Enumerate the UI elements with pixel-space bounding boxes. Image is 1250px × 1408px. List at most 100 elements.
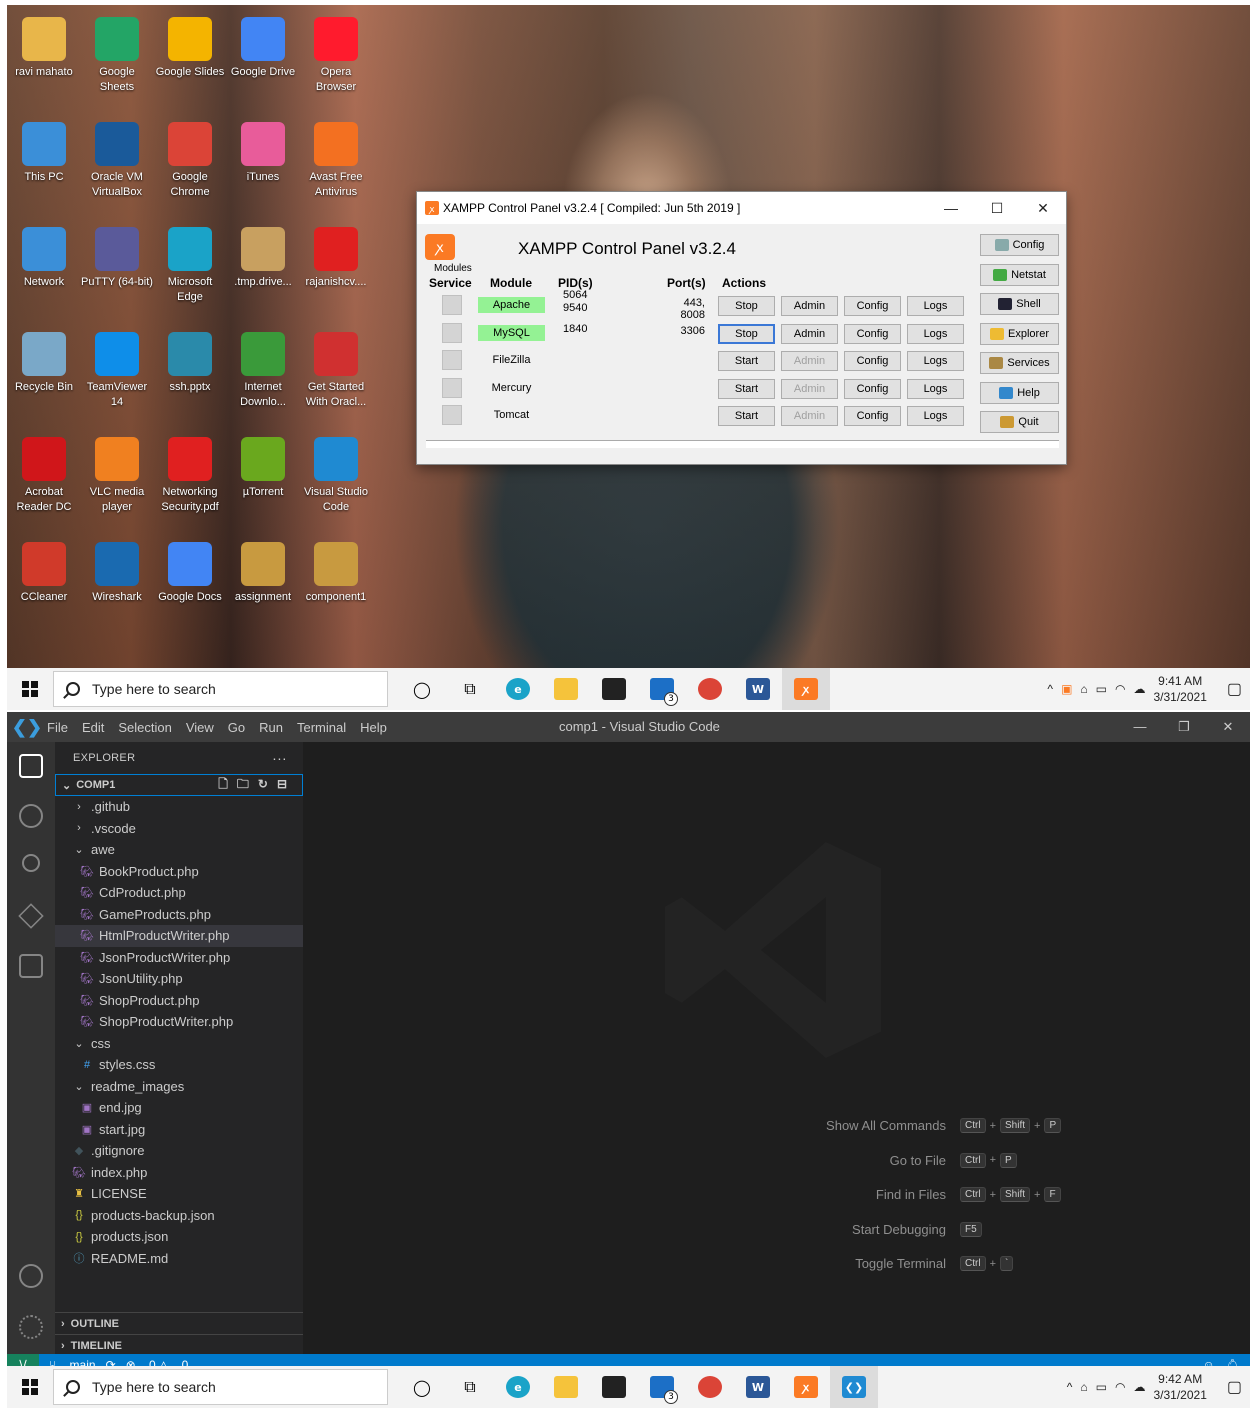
taskbar-clock[interactable]: 9:42 AM 3/31/2021 xyxy=(1153,1371,1206,1403)
service-checkbox[interactable] xyxy=(442,295,462,315)
side-button[interactable]: Explorer xyxy=(980,322,1059,345)
desktop-icon[interactable]: Opera Browser xyxy=(300,17,372,95)
start-button[interactable] xyxy=(7,1366,53,1408)
desktop-icon[interactable]: µTorrent xyxy=(227,437,299,500)
desktop-icon[interactable]: Google Chrome xyxy=(154,122,226,200)
desktop-icon[interactable]: Internet Downlo... xyxy=(227,332,299,410)
tree-file[interactable]: ♜ LICENSE xyxy=(55,1183,303,1205)
start-button[interactable] xyxy=(7,668,53,710)
tree-file[interactable]: 🐘︎ JsonProductWriter.php xyxy=(55,947,303,969)
side-button[interactable]: Netstat xyxy=(980,263,1059,286)
tree-file[interactable]: 🐘︎ ShopProductWriter.php xyxy=(55,1011,303,1033)
menu-item[interactable]: Go xyxy=(228,720,245,735)
desktop-icon[interactable]: Get Started With Oracl... xyxy=(300,332,372,410)
desktop-icon[interactable]: Networking Security.pdf xyxy=(154,437,226,515)
desktop-icon[interactable]: Microsoft Edge xyxy=(154,227,226,305)
taskbar-clock[interactable]: 9:41 AM 3/31/2021 xyxy=(1153,673,1206,705)
desktop-icon[interactable]: Oracle VM VirtualBox xyxy=(81,122,153,200)
module-admin-button[interactable]: Admin xyxy=(781,296,838,316)
desktop-icon[interactable]: assignment xyxy=(227,542,299,605)
notification-icon[interactable]: ▢ xyxy=(1227,1377,1242,1397)
service-checkbox[interactable] xyxy=(442,323,462,343)
new-folder-icon[interactable]: 🗀 xyxy=(237,777,258,791)
tree-file[interactable]: 🐘︎ index.php xyxy=(55,1162,303,1184)
module-config-button[interactable]: Config xyxy=(844,379,901,399)
explorer-more-icon[interactable]: ··· xyxy=(272,750,287,766)
xampp-titlebar[interactable]: ꭗ XAMPP Control Panel v3.2.4 [ Compiled:… xyxy=(417,192,1066,224)
new-file-icon[interactable]: 🗋 xyxy=(218,777,237,791)
tray-battery-icon[interactable]: ▭ xyxy=(1096,1380,1107,1394)
tree-file[interactable]: ⓘ README.md xyxy=(55,1248,303,1270)
file-explorer-icon[interactable] xyxy=(542,1366,590,1408)
timeline-section[interactable]: › TIMELINE xyxy=(55,1334,303,1356)
menu-item[interactable]: Help xyxy=(360,720,387,735)
mail-icon[interactable]: 3 xyxy=(638,1366,686,1408)
minimize-icon[interactable]: — xyxy=(1118,719,1162,735)
tray-xampp-icon[interactable]: ▣ xyxy=(1061,682,1072,696)
desktop-icon[interactable]: ssh.pptx xyxy=(154,332,226,395)
desktop-icon[interactable]: Visual Studio Code xyxy=(300,437,372,515)
service-checkbox[interactable] xyxy=(442,405,462,425)
xampp-taskbar-icon[interactable]: ꭗ xyxy=(782,1366,830,1408)
cortana-icon[interactable]: ◯ xyxy=(398,1366,446,1408)
taskbar-search[interactable]: Type here to search xyxy=(53,671,388,707)
tray-battery-icon[interactable]: ▭ xyxy=(1096,682,1107,696)
desktop-icon[interactable]: PuTTY (64-bit) xyxy=(81,227,153,290)
menu-item[interactable]: Terminal xyxy=(297,720,346,735)
desktop-icon[interactable]: TeamViewer 14 xyxy=(81,332,153,410)
tree-file[interactable]: ◆ .gitignore xyxy=(55,1140,303,1162)
service-checkbox[interactable] xyxy=(442,378,462,398)
desktop-icon[interactable]: iTunes xyxy=(227,122,299,185)
menu-item[interactable]: Run xyxy=(259,720,283,735)
tree-file[interactable]: 🐘︎ GameProducts.php xyxy=(55,904,303,926)
xampp-log-area[interactable] xyxy=(426,440,1059,448)
module-config-button[interactable]: Config xyxy=(844,351,901,371)
chrome-taskbar-icon[interactable] xyxy=(686,668,734,710)
module-logs-button[interactable]: Logs xyxy=(907,324,964,344)
desktop-icon[interactable]: component1 xyxy=(300,542,372,605)
tree-folder[interactable]: ⌄ awe xyxy=(55,839,303,861)
module-admin-button[interactable]: Admin xyxy=(781,406,838,426)
desktop-icon[interactable]: Google Slides xyxy=(154,17,226,80)
settings-gear-icon[interactable] xyxy=(19,1315,43,1339)
cortana-icon[interactable]: ◯ xyxy=(398,668,446,710)
tree-file[interactable]: 🐘︎ CdProduct.php xyxy=(55,882,303,904)
restore-icon[interactable]: ❐ xyxy=(1162,719,1206,735)
notification-icon[interactable]: ▢ xyxy=(1227,679,1242,699)
module-action-button[interactable]: Start xyxy=(718,406,775,426)
desktop-icon[interactable]: Recycle Bin xyxy=(8,332,80,395)
module-admin-button[interactable]: Admin xyxy=(781,379,838,399)
module-logs-button[interactable]: Logs xyxy=(907,351,964,371)
desktop-icon[interactable]: Google Sheets xyxy=(81,17,153,95)
taskbar-search[interactable]: Type here to search xyxy=(53,1369,388,1405)
desktop-icon[interactable]: Wireshark xyxy=(81,542,153,605)
tree-folder[interactable]: ⌄ css xyxy=(55,1033,303,1055)
chrome-taskbar-icon[interactable] xyxy=(686,1366,734,1408)
desktop-icon[interactable]: ravi mahato xyxy=(8,17,80,80)
edge-taskbar-icon[interactable]: e xyxy=(494,1366,542,1408)
module-config-button[interactable]: Config xyxy=(844,406,901,426)
tree-file[interactable]: # styles.css xyxy=(55,1054,303,1076)
side-button[interactable]: Shell xyxy=(980,293,1059,315)
tree-file[interactable]: 🐘︎ ShopProduct.php xyxy=(55,990,303,1012)
tray-meet-icon[interactable]: ⌂ xyxy=(1080,682,1087,696)
store-icon[interactable] xyxy=(590,1366,638,1408)
side-button[interactable]: Services xyxy=(980,352,1059,374)
task-view-icon[interactable]: ⧉ xyxy=(446,668,494,710)
tray-wifi-icon[interactable]: ◠ xyxy=(1115,682,1125,696)
desktop-icon[interactable]: CCleaner xyxy=(8,542,80,605)
desktop-icon[interactable]: Network xyxy=(8,227,80,290)
desktop-icon[interactable]: Avast Free Antivirus xyxy=(300,122,372,200)
tree-folder[interactable]: › .github xyxy=(55,796,303,818)
run-debug-icon[interactable] xyxy=(18,903,44,929)
module-action-button[interactable]: Stop xyxy=(718,296,775,316)
tree-file[interactable]: 🐘︎ HtmlProductWriter.php xyxy=(55,925,303,947)
store-icon[interactable] xyxy=(590,668,638,710)
module-logs-button[interactable]: Logs xyxy=(907,406,964,426)
outline-section[interactable]: › OUTLINE xyxy=(55,1312,303,1334)
task-view-icon[interactable]: ⧉ xyxy=(446,1366,494,1408)
tree-file[interactable]: {} products-backup.json xyxy=(55,1205,303,1227)
module-config-button[interactable]: Config xyxy=(844,296,901,316)
module-action-button[interactable]: Start xyxy=(718,351,775,371)
tree-file[interactable]: 🐘︎ JsonUtility.php xyxy=(55,968,303,990)
